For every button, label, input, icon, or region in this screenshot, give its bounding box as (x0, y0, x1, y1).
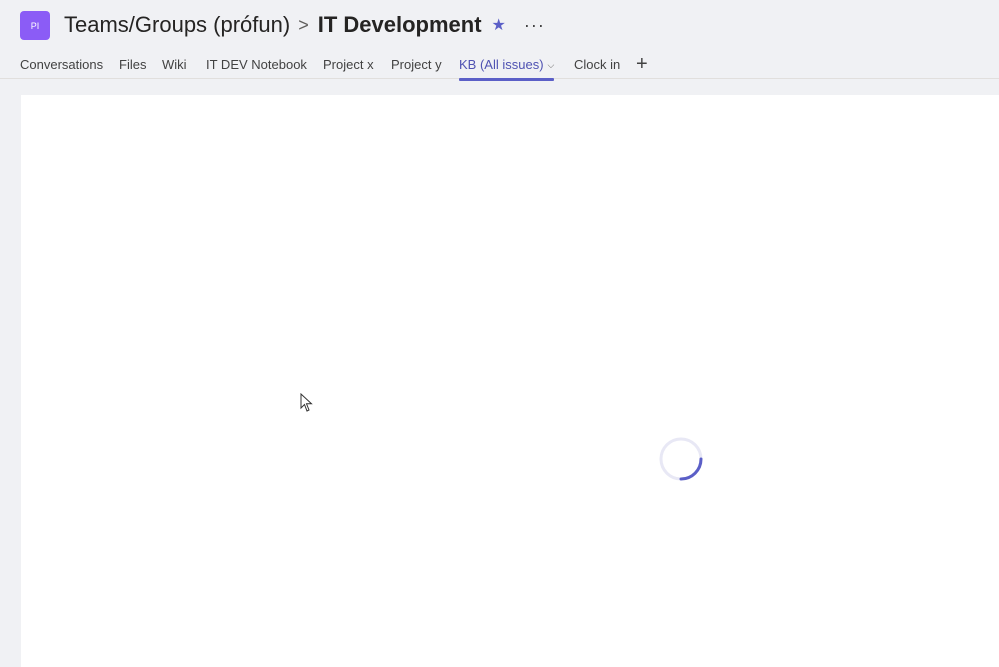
add-tab-icon[interactable]: + (636, 53, 648, 76)
channel-title: IT Development (317, 12, 482, 37)
loading-spinner-icon (659, 437, 703, 481)
mouse-cursor-icon (300, 393, 313, 412)
tab-it-dev-notebook[interactable]: IT DEV Notebook (206, 57, 307, 72)
tab-clock-in[interactable]: Clock in (574, 57, 620, 72)
tab-files[interactable]: Files (119, 57, 146, 72)
tab-wiki[interactable]: Wiki (162, 57, 187, 72)
more-options-icon[interactable]: ··· (524, 15, 545, 36)
chevron-down-icon[interactable]: ⌵ (548, 60, 555, 71)
team-avatar[interactable]: PI (20, 11, 50, 40)
team-avatar-initials: PI (30, 20, 40, 31)
channel-tabs: Conversations Files Wiki IT DEV Notebook… (0, 52, 999, 81)
breadcrumb-team[interactable]: Teams/Groups (prófun) (64, 12, 290, 38)
tab-kb-label: KB (All issues) (459, 57, 544, 72)
tab-project-x[interactable]: Project x (323, 57, 374, 72)
tab-kb-all-issues[interactable]: KB (All issues) ⌵ (459, 57, 555, 81)
channel-header: PI Teams/Groups (prófun) > IT Developmen… (0, 0, 999, 50)
breadcrumb: Teams/Groups (prófun) > IT Development ★… (64, 9, 545, 41)
tab-content-pane (21, 95, 999, 667)
tab-conversations[interactable]: Conversations (20, 57, 103, 72)
breadcrumb-separator-icon: > (298, 14, 309, 35)
tab-project-y[interactable]: Project y (391, 57, 442, 72)
spinner-arc (679, 457, 703, 481)
star-icon[interactable]: ★ (492, 15, 506, 35)
